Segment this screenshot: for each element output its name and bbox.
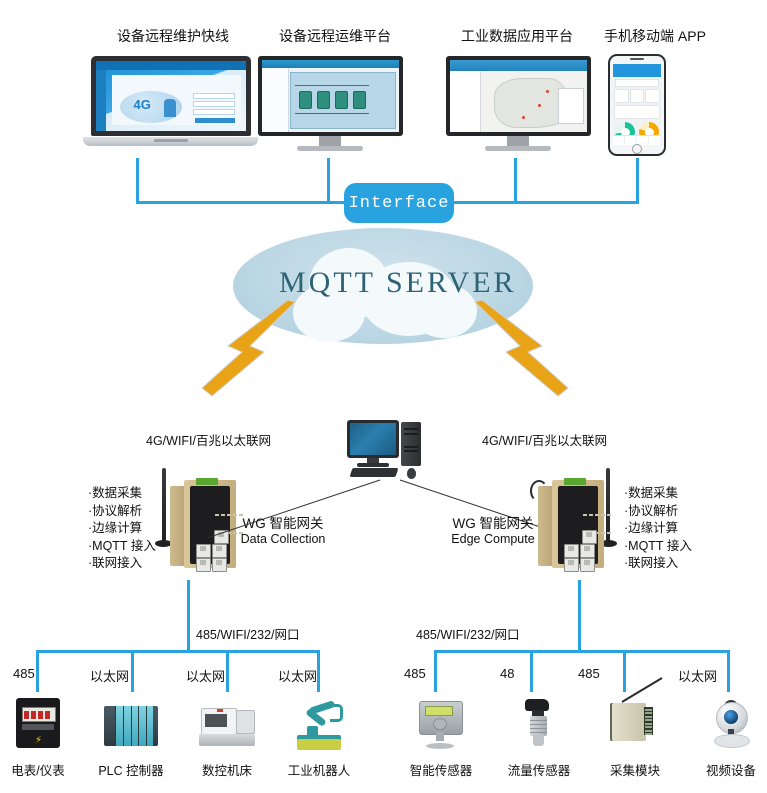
feature-item: ·联网接入: [88, 556, 143, 570]
feature-item: ·联网接入: [624, 556, 679, 570]
gateway-network-label-0: 4G/WIFI/百兆以太联网: [146, 434, 272, 448]
client-label-1: 设备远程运维平台: [279, 28, 391, 44]
device-drop-l1: [131, 650, 134, 692]
desktop-computer-icon: [345, 418, 431, 480]
feature-item: ·MQTT 接入: [88, 538, 156, 553]
device-drop-l0: [36, 650, 39, 692]
laptop-icon: 4G: [83, 56, 258, 151]
acquisition-module-icon: [602, 677, 664, 757]
cloud-label: MQTT SERVER: [279, 266, 517, 299]
link-label-r1: 48: [500, 666, 515, 681]
device-drop-r3: [727, 650, 730, 692]
device-drop-r0: [434, 650, 437, 692]
link-label-l3: 以太网: [278, 669, 318, 684]
link-label-l1: 以太网: [90, 669, 130, 684]
link-label-l2: 以太网: [186, 669, 226, 684]
fieldbus-left: [36, 650, 320, 653]
device-label-r1: 流量传感器: [507, 764, 571, 778]
feature-item: ·协议解析: [88, 503, 143, 518]
bolt-left-icon: [201, 300, 296, 397]
device-label-l0: 电表/仪表: [11, 764, 65, 778]
feature-item: ·边缘计算: [624, 521, 679, 535]
industrial-robot-icon: [288, 694, 350, 758]
device-drop-l3: [317, 650, 320, 692]
gateway-drop-left: [187, 580, 190, 652]
gateway-drop-right: [578, 580, 581, 652]
feature-item: ·MQTT 接入: [624, 538, 692, 553]
device-label-l1: PLC 控制器: [98, 764, 164, 778]
interface-label: Interface: [348, 193, 450, 213]
gateway-name-cn: WG 智能网关: [452, 516, 534, 531]
monitor-icon-scada: [255, 56, 405, 154]
electric-meter-icon: ⚡: [8, 694, 68, 756]
interface-node[interactable]: Interface: [344, 183, 454, 223]
feature-item: ·数据采集: [88, 486, 143, 500]
feature-item: ·协议解析: [624, 503, 679, 518]
flow-sensor-icon: [508, 694, 570, 757]
gateway-network-label-1: 4G/WIFI/百兆以太联网: [482, 434, 608, 448]
link-label-r3: 以太网: [678, 669, 718, 684]
device-label-l2: 数控机床: [201, 764, 252, 778]
gateway-features-right: ·数据采集 ·协议解析 ·边缘计算 ·MQTT 接入 ·联网接入: [624, 485, 692, 573]
smartphone-icon: [608, 54, 666, 156]
link-label-r0: 485: [404, 666, 426, 681]
fieldbus-label-left: 485/WIFI/232/网口: [196, 628, 300, 642]
client-label-3: 手机移动端 APP: [604, 28, 706, 44]
device-drop-r1: [530, 650, 533, 692]
smart-sensor-icon: [410, 694, 472, 759]
bolt-right-icon: [474, 300, 569, 397]
device-label-r2: 采集模块: [609, 764, 660, 778]
video-camera-icon: [700, 694, 762, 760]
cnc-machine-icon: [196, 694, 258, 764]
client-drop-0: [136, 158, 139, 203]
device-drop-l2: [226, 650, 229, 692]
client-label-0: 设备远程维护快线: [117, 28, 229, 44]
gateway-features-left: ·数据采集 ·协议解析 ·边缘计算 ·MQTT 接入 ·联网接入: [88, 485, 156, 573]
gateway-name-en: Edge Compute: [451, 532, 535, 546]
device-label-r0: 智能传感器: [409, 764, 473, 778]
client-drop-3: [636, 158, 639, 203]
fieldbus-right: [434, 650, 730, 653]
monitor-icon-map: [443, 56, 593, 154]
fieldbus-label-right: 485/WIFI/232/网口: [416, 628, 520, 642]
feature-item: ·数据采集: [624, 486, 679, 500]
client-drop-2: [514, 158, 517, 203]
link-label-l0: 485: [13, 666, 35, 681]
device-label-r3: 视频设备: [705, 764, 756, 778]
link-label-r2: 485: [578, 666, 600, 681]
feature-item: ·边缘计算: [88, 521, 143, 535]
gateway-label-right: WG 智能网关 Edge Compute: [438, 512, 548, 546]
client-drop-1: [327, 158, 330, 203]
device-label-l3: 工业机器人: [287, 764, 351, 778]
plc-controller-icon: [100, 694, 162, 764]
